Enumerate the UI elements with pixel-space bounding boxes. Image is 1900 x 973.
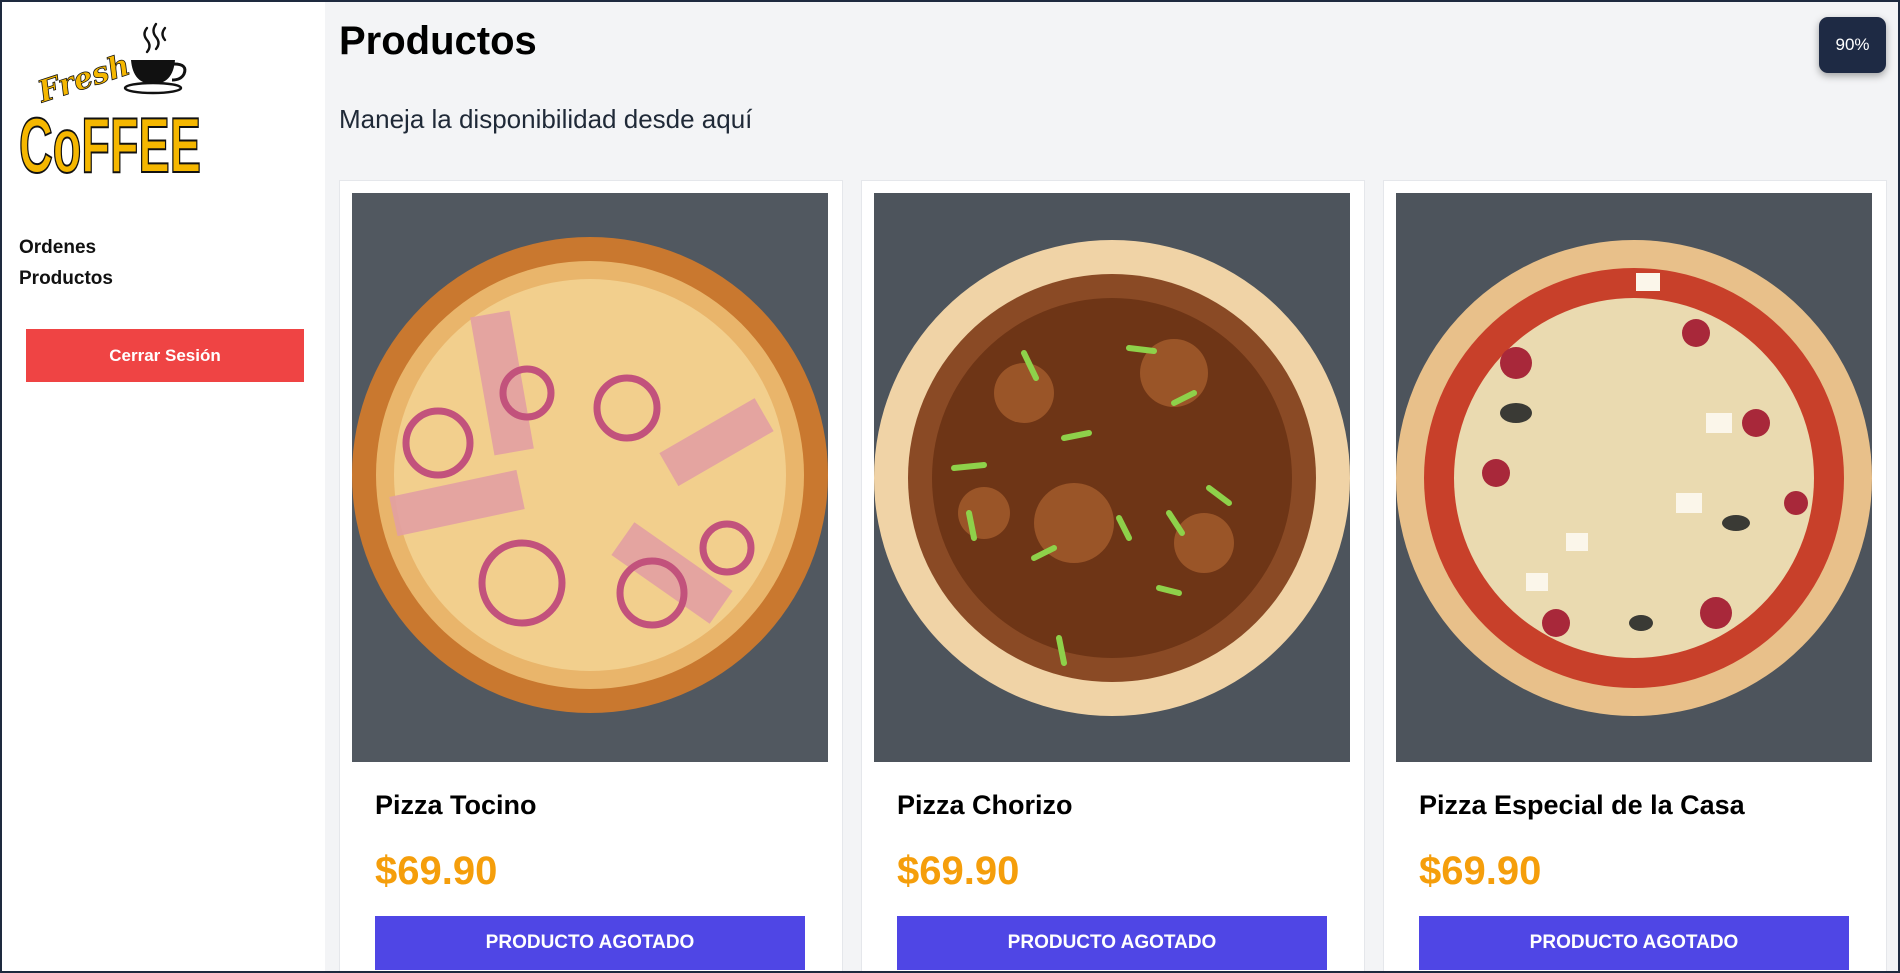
sidebar-item-ordenes[interactable]: Ordenes <box>19 232 303 263</box>
product-card: Pizza Tocino $69.90 Producto Agotado <box>339 180 843 971</box>
page-subtitle: Maneja la disponibilidad desde aquí <box>339 104 753 134</box>
product-image-pizza-especial <box>1396 193 1872 762</box>
sold-out-button[interactable]: Producto Agotado <box>897 916 1327 970</box>
svg-text:CoFFEE: CoFFEE <box>19 101 201 180</box>
product-price: $69.90 <box>375 849 498 893</box>
product-card: Pizza Chorizo $69.90 Producto Agotado <box>861 180 1365 971</box>
sidebar-nav: Ordenes Productos <box>19 232 303 294</box>
sidebar: Fresh CoFFEE Ordenes Productos Cerrar Se… <box>2 2 325 971</box>
logout-button[interactable]: Cerrar Sesión <box>26 329 304 382</box>
product-image-pizza-chorizo <box>874 193 1350 762</box>
app-window: Fresh CoFFEE Ordenes Productos Cerrar Se… <box>2 2 1898 971</box>
product-image-pizza-tocino <box>352 193 828 762</box>
product-name: Pizza Especial de la Casa <box>1419 790 1745 820</box>
product-name: Pizza Tocino <box>375 790 537 820</box>
sidebar-item-productos[interactable]: Productos <box>19 263 303 294</box>
product-price: $69.90 <box>897 849 1020 893</box>
main-content: Productos Maneja la disponibilidad desde… <box>325 2 1898 971</box>
product-name: Pizza Chorizo <box>897 790 1073 820</box>
page-title: Productos <box>339 19 537 63</box>
product-price: $69.90 <box>1419 849 1542 893</box>
product-card: Pizza Especial de la Casa $69.90 Product… <box>1383 180 1887 971</box>
zoom-level-badge[interactable]: 90% <box>1819 17 1886 73</box>
sold-out-button[interactable]: Producto Agotado <box>1419 916 1849 970</box>
sold-out-button[interactable]: Producto Agotado <box>375 916 805 970</box>
fresh-coffee-logo: Fresh CoFFEE <box>19 22 202 180</box>
product-grid: Pizza Tocino $69.90 Producto Agotado <box>339 180 1887 971</box>
